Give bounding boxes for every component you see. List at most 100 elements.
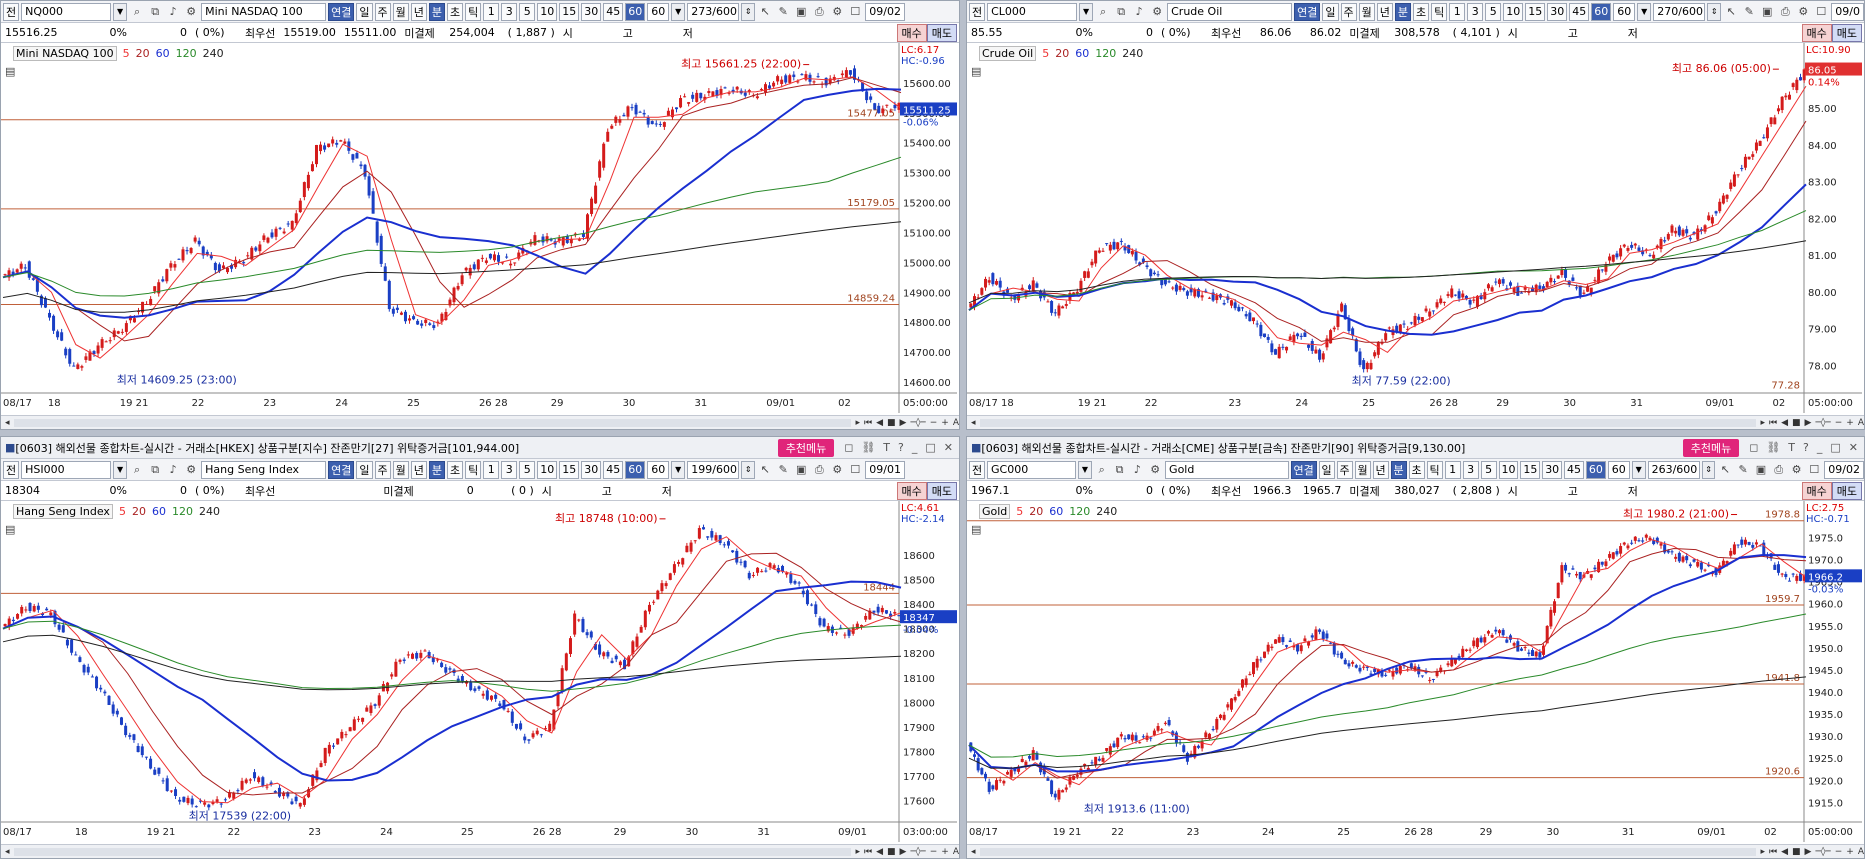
save-icon[interactable]: ▣ [793, 461, 809, 479]
text-icon[interactable]: A [1858, 418, 1864, 428]
print-icon[interactable]: ⎙ [1771, 461, 1787, 479]
interval-select[interactable]: 60 [1607, 460, 1630, 479]
draw-icon[interactable]: ✎ [775, 461, 791, 479]
period-4-button[interactable]: 분 [1390, 460, 1407, 479]
settings-small-icon[interactable]: ⚙ [1149, 3, 1165, 21]
prev-button[interactable]: 전 [3, 2, 20, 21]
pointer-icon[interactable]: ↖ [757, 461, 773, 479]
code-dropdown-icon[interactable]: ▼ [113, 460, 128, 479]
zoom-out-icon[interactable]: − [930, 847, 938, 857]
count-input[interactable]: 270/600 [1653, 2, 1706, 21]
help-icon[interactable]: ? [898, 441, 904, 454]
draw-icon[interactable]: ✎ [1741, 3, 1757, 21]
interval-1-button[interactable]: 1 [1444, 460, 1461, 479]
stop-icon[interactable]: ■ [1792, 847, 1801, 857]
interval-60-button[interactable]: 60 [625, 460, 646, 479]
restore-icon[interactable]: ◻ [1749, 441, 1758, 454]
window-titlebar[interactable]: ■ [0603] 해외선물 종합차트-실시간 - 거래소[CME] 상품구분[금… [967, 437, 1864, 459]
save-icon[interactable]: ▣ [1759, 3, 1775, 21]
code-dropdown-icon[interactable]: ▼ [1079, 2, 1094, 21]
code-input[interactable]: NQ000 [21, 2, 112, 21]
text-icon[interactable]: A [953, 847, 959, 857]
interval-3-button[interactable]: 3 [1467, 2, 1484, 21]
scroll-bar[interactable]: ◂ ▸ ⏮ ◀ ■ ▶ ─◊─ − + A [1, 415, 959, 429]
interval-select[interactable]: 60 [647, 2, 670, 21]
period-1-button[interactable]: 주 [374, 2, 391, 21]
period-0-button[interactable]: 일 [356, 460, 373, 479]
chart-menu-icon[interactable]: ▤ [971, 65, 981, 78]
sell-button[interactable]: 매도 [926, 481, 957, 500]
interval-5-button[interactable]: 5 [519, 460, 536, 479]
chart-area[interactable]: 85.00 84.00 83.00 82.00 81.00 80.00 79.00 78.00… [967, 43, 1864, 413]
scroll-right-icon[interactable]: ▸ [855, 847, 860, 857]
interval-5-button[interactable]: 5 [519, 2, 536, 21]
maximize-icon[interactable]: □ [1830, 441, 1840, 454]
stop-icon[interactable]: ■ [887, 847, 896, 857]
period-5-button[interactable]: 초 [447, 460, 464, 479]
pointer-icon[interactable]: ↖ [1717, 461, 1733, 479]
interval-1-button[interactable]: 1 [483, 2, 500, 21]
period-0-button[interactable]: 일 [356, 2, 373, 21]
search-icon[interactable]: ⌕ [1094, 461, 1110, 479]
price-chart[interactable]: 1860018500184001830018200181001800017900… [1, 501, 958, 842]
link-icon[interactable]: ⛓ [861, 441, 875, 454]
sell-button[interactable]: 매도 [1831, 23, 1862, 42]
prev-icon[interactable]: ◀ [1781, 847, 1788, 857]
zoom-in-icon[interactable]: + [1846, 847, 1854, 857]
prev-button[interactable]: 전 [969, 2, 986, 21]
period-1-button[interactable]: 주 [1336, 460, 1353, 479]
prev-button[interactable]: 전 [3, 460, 20, 479]
code-input[interactable]: HSI000 [21, 460, 112, 479]
scroll-track[interactable] [979, 418, 1757, 427]
period-3-button[interactable]: 년 [410, 460, 427, 479]
interval-60-button[interactable]: 60 [625, 2, 646, 21]
next-icon[interactable]: ▶ [900, 418, 907, 428]
buy-button[interactable]: 매수 [1801, 23, 1832, 42]
sound-icon[interactable]: ♪ [1131, 3, 1147, 21]
date-checkbox[interactable]: ☐ [1813, 3, 1829, 21]
close-icon[interactable]: ✕ [944, 441, 953, 454]
period-4-button[interactable]: 분 [428, 2, 445, 21]
prev-button[interactable]: 전 [969, 460, 985, 479]
zoom-in-icon[interactable]: + [941, 418, 949, 428]
interval-1-button[interactable]: 1 [1449, 2, 1466, 21]
scroll-track[interactable] [979, 847, 1757, 856]
period-3-button[interactable]: 년 [1372, 460, 1389, 479]
compare-icon[interactable]: ⧉ [147, 461, 163, 479]
prev-icon[interactable]: ◀ [1781, 418, 1788, 428]
prev-icon[interactable]: ◀ [876, 418, 883, 428]
search-icon[interactable]: ⌕ [129, 3, 145, 21]
interval-30-button[interactable]: 30 [581, 460, 602, 479]
code-input[interactable]: GC000 [987, 460, 1076, 479]
draw-icon[interactable]: ✎ [1735, 461, 1751, 479]
save-icon[interactable]: ▣ [1753, 461, 1769, 479]
period-5-button[interactable]: 초 [447, 2, 464, 21]
zoom-slider[interactable]: ─◊─ [910, 418, 925, 428]
zoom-slider[interactable]: ─◊─ [1815, 418, 1830, 428]
gear-icon[interactable]: ⚙ [1795, 3, 1811, 21]
zoom-out-icon[interactable]: − [1835, 418, 1843, 428]
scroll-bar[interactable]: ◂ ▸ ⏮ ◀ ■ ▶ ─◊─ − + A [967, 415, 1864, 429]
scroll-right-icon[interactable]: ▸ [1760, 847, 1765, 857]
sell-button[interactable]: 매도 [1831, 481, 1862, 500]
scroll-right-icon[interactable]: ▸ [855, 418, 860, 428]
scroll-left-icon[interactable]: ◂ [971, 847, 976, 857]
sound-icon[interactable]: ♪ [165, 3, 181, 21]
period-4-button[interactable]: 분 [428, 460, 445, 479]
interval-60-button[interactable]: 60 [1591, 2, 1612, 21]
period-3-button[interactable]: 년 [1376, 2, 1393, 21]
price-chart[interactable]: 15600.0015500.0015400.0015300.0015200.00… [1, 43, 958, 413]
interval-45-button[interactable]: 45 [603, 460, 624, 479]
period-2-button[interactable]: 월 [1358, 2, 1375, 21]
link-icon[interactable]: ⛓ [1766, 441, 1780, 454]
zoom-in-icon[interactable]: + [941, 847, 949, 857]
interval-10-button[interactable]: 10 [537, 2, 558, 21]
scroll-track[interactable] [13, 418, 852, 427]
compare-icon[interactable]: ⧉ [1112, 461, 1128, 479]
recommend-menu-button[interactable]: 추천메뉴 [777, 438, 835, 457]
font-icon[interactable]: T [883, 441, 890, 454]
period-4-button[interactable]: 분 [1394, 2, 1411, 21]
interval-60-button[interactable]: 60 [1585, 460, 1606, 479]
date-checkbox[interactable]: ☐ [847, 461, 863, 479]
link-button[interactable]: 연결 [328, 2, 355, 21]
